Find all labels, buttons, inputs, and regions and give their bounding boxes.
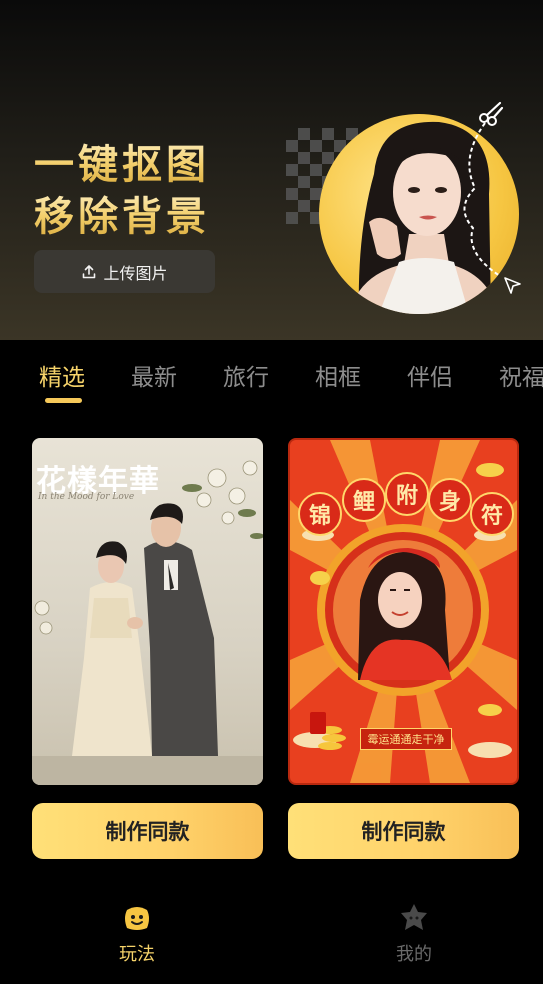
template-card-koi[interactable]: 锦 鲤 附 身 符 霉运通通走干净: [288, 438, 519, 785]
scissors-icon: [479, 101, 504, 126]
nav-item-mine[interactable]: 我的: [374, 902, 454, 966]
cutout-dashed-line: [463, 122, 501, 277]
active-tab-indicator: [45, 398, 82, 403]
koi-char-badge: 鲤: [342, 478, 386, 522]
make-same-button-1[interactable]: 制作同款: [32, 803, 263, 859]
card-subtitle: In the Mood for Love: [38, 492, 135, 502]
hero-banner[interactable]: 一键抠图 移除背景 上传图片: [0, 0, 543, 340]
koi-char-badge: 身: [428, 478, 472, 522]
tab-couple[interactable]: 伴侣: [407, 358, 453, 392]
cursor-arrow-icon: [504, 277, 521, 294]
nav-item-play[interactable]: 玩法: [97, 902, 177, 966]
smiley-icon: [125, 907, 149, 930]
nav-label-mine: 我的: [396, 944, 432, 965]
tab-featured[interactable]: 精选: [39, 358, 85, 392]
star-face-icon: [401, 904, 427, 930]
koi-banner-text: 霉运通通走干净: [360, 728, 452, 750]
tab-latest[interactable]: 最新: [131, 358, 177, 392]
bottom-navigation: 玩法 我的: [0, 890, 543, 984]
make-same-button-2[interactable]: 制作同款: [288, 803, 519, 859]
koi-char-badge: 锦: [298, 492, 342, 536]
upload-button-label: 上传图片: [103, 263, 168, 283]
koi-char-badge: 附: [385, 472, 429, 516]
koi-char-badge: 符: [470, 492, 514, 536]
tab-frame[interactable]: 相框: [315, 358, 361, 392]
tab-travel[interactable]: 旅行: [223, 358, 269, 392]
template-card-wedding[interactable]: 花樣年華 In the Mood for Love: [32, 438, 263, 785]
nav-label-play: 玩法: [119, 944, 155, 965]
upload-image-button[interactable]: 上传图片: [34, 250, 215, 293]
tab-blessing[interactable]: 祝福: [499, 358, 543, 392]
category-tabs: 精选 最新 旅行 相框 伴侣 祝福: [0, 340, 543, 410]
banner-title-line1: 一键抠图: [34, 132, 210, 190]
banner-title-line2: 移除背景: [34, 184, 210, 242]
upload-icon: [83, 264, 96, 278]
